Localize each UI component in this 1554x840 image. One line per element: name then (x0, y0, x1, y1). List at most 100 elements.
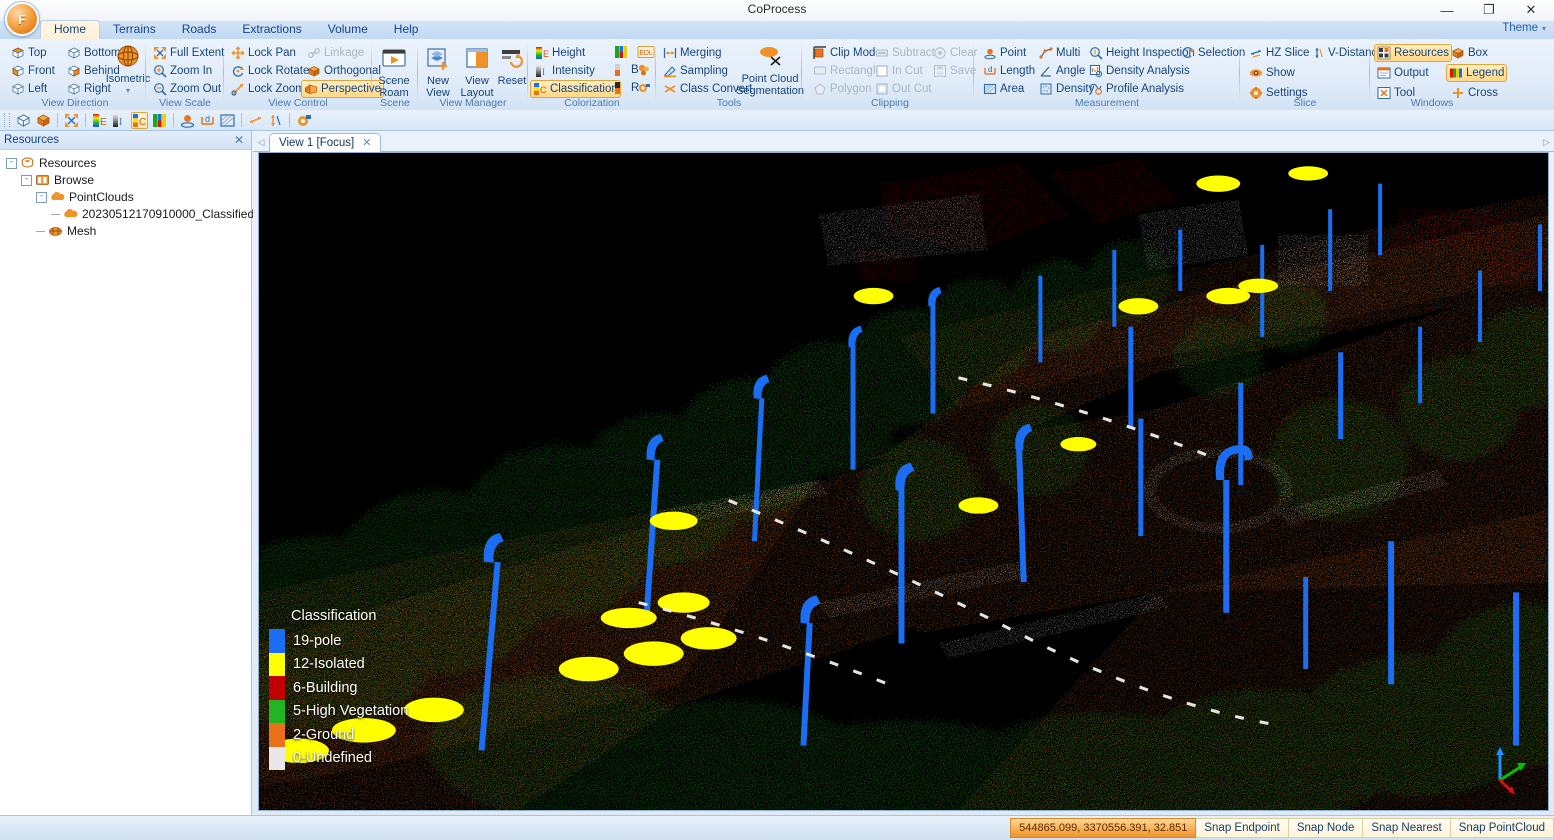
measure-point-button[interactable]: Point (980, 44, 1029, 62)
subtract-button[interactable]: Subtract (872, 44, 938, 62)
scene-roam-button[interactable]: Scene Roam (367, 45, 421, 99)
snap-node-button[interactable]: Snap Node (1289, 818, 1364, 838)
profile-analysis-button[interactable]: Profile Analysis (1086, 80, 1187, 98)
ribbon-group-clipping: Clip Mode Subtract Clear Rectangle (806, 39, 974, 110)
qt-point-measure-icon[interactable] (179, 112, 196, 129)
slice-show-button[interactable]: Show (1246, 64, 1298, 82)
svg-text:EDL: EDL (639, 50, 653, 57)
window-legend-button[interactable]: Legend (1446, 64, 1507, 82)
colorize-intensity-label: Intensity (552, 65, 595, 77)
window-controls: — ❐ ✕ (1426, 0, 1552, 20)
expander-icon[interactable]: - (6, 158, 17, 169)
point-cloud-segmentation-button[interactable]: Point Cloud Segmentation (740, 43, 800, 97)
qt-settings-gear-icon[interactable] (295, 112, 312, 129)
tree-node-resources[interactable]: - Resources (4, 155, 251, 171)
tree-node-pointcloud-item[interactable]: 20230512170910000_Classified (4, 206, 251, 222)
colorize-intensity-button[interactable]: I Intensity (532, 62, 598, 80)
out-cut-button[interactable]: Out Cut (872, 80, 935, 98)
lock-pan-button[interactable]: Lock Pan (228, 44, 299, 62)
full-extent-button[interactable]: Full Extent (150, 44, 227, 62)
lock-zoom-button[interactable]: Lock Zoom (228, 80, 308, 98)
lock-rotate-button[interactable]: Lock Rotate (228, 62, 312, 80)
tree-node-browse[interactable]: - Browse (4, 172, 251, 188)
reset-button[interactable]: Reset (496, 45, 528, 87)
svg-text:d: d (205, 114, 210, 124)
view-front-label: Front (28, 65, 55, 77)
view-front-button[interactable]: Front (8, 62, 66, 80)
qt-length-icon[interactable]: d (199, 112, 216, 129)
colorize-rgb-button[interactable] (611, 43, 635, 61)
measure-area-button[interactable]: Area (980, 80, 1027, 98)
tab-roads[interactable]: Roads (169, 21, 230, 39)
toolbar-grip[interactable] (4, 113, 10, 127)
zoom-out-button[interactable]: Zoom Out (150, 80, 224, 98)
hz-slice-button[interactable]: HZ Slice (1246, 44, 1312, 62)
tab-home[interactable]: Home (40, 20, 100, 40)
close-button[interactable]: ✕ (1510, 0, 1552, 20)
theme-selector[interactable]: Theme▾ (1502, 22, 1546, 34)
in-cut-button[interactable]: In Cut (872, 62, 926, 80)
legend-label: 2-Ground (293, 728, 354, 743)
qt-area-icon[interactable] (219, 112, 236, 129)
legend-swatch (269, 676, 285, 700)
polygon-button[interactable]: Polygon (810, 80, 875, 98)
qt-height-ramp-icon[interactable]: E (91, 112, 108, 129)
linkage-button[interactable]: Linkage (304, 44, 367, 62)
tab-scroll-right-icon[interactable]: ▷ (1543, 137, 1550, 148)
chevron-down-icon[interactable]: ▾ (126, 85, 130, 97)
zoom-in-button[interactable]: Zoom In (150, 62, 215, 80)
legend-swatch (269, 700, 285, 724)
view-layout-button[interactable]: View Layout (456, 45, 498, 99)
expander-icon[interactable]: - (36, 192, 47, 203)
snap-pointcloud-button[interactable]: Snap PointCloud (1451, 818, 1554, 838)
expander-icon[interactable]: - (21, 175, 32, 186)
classification-icon: C (533, 82, 547, 96)
svg-text:E: E (543, 49, 549, 59)
measure-length-button[interactable]: d Length (980, 62, 1038, 80)
selection-button[interactable]: Selection (1178, 44, 1248, 62)
snap-endpoint-button[interactable]: Snap Endpoint (1196, 818, 1288, 838)
tab-scroll-left-icon[interactable]: ◁ (253, 137, 269, 151)
window-box-button[interactable]: Box (1448, 44, 1491, 62)
resources-root-icon (20, 156, 35, 170)
qt-cube-solid-icon[interactable] (35, 112, 52, 129)
maximize-button[interactable]: ❐ (1468, 0, 1510, 20)
qt-v-distance-icon[interactable] (267, 112, 284, 129)
view-top-button[interactable]: Top (8, 44, 66, 62)
close-icon[interactable]: ✕ (362, 136, 371, 149)
tab-help[interactable]: Help (381, 21, 432, 39)
qt-intensity-icon[interactable]: I (111, 112, 128, 129)
merging-button[interactable]: Merging (660, 44, 725, 62)
qt-full-extent-icon[interactable] (63, 112, 80, 129)
class-convert-icon (663, 82, 677, 96)
application-window: CoProcess — ❐ ✕ F Home Terrains Roads Ex… (0, 0, 1554, 840)
colorize-height-button[interactable]: E Height (532, 44, 588, 62)
qt-rgb-color-icon[interactable] (151, 112, 168, 129)
lock-pan-icon (231, 46, 245, 60)
measure-multi-button[interactable]: Multi (1036, 44, 1083, 62)
view-tab-view1[interactable]: View 1 [Focus] ✕ (269, 133, 381, 152)
new-view-button[interactable]: New View (420, 45, 456, 99)
density-analysis-button[interactable]: Density Analysis (1086, 62, 1193, 80)
qt-hz-slice-icon[interactable] (247, 112, 264, 129)
colorize-classification-button[interactable]: C Classification (530, 80, 621, 98)
minimize-button[interactable]: — (1426, 0, 1468, 20)
qt-cube-wire-icon[interactable] (15, 112, 32, 129)
save-button[interactable]: Save (930, 62, 979, 80)
snap-nearest-button[interactable]: Snap Nearest (1363, 818, 1450, 838)
point-cloud-viewport[interactable]: Classification 19-pole 12-Isolated 6-Bui… (258, 152, 1549, 811)
window-output-button[interactable]: Output (1374, 64, 1432, 82)
view-left-button[interactable]: Left (8, 80, 66, 98)
resources-panel: Resources ✕ - Resources - Browse - (0, 131, 252, 816)
tab-volume[interactable]: Volume (315, 21, 381, 39)
tab-terrains[interactable]: Terrains (100, 21, 169, 39)
application-menu-button[interactable]: F (5, 2, 39, 36)
tree-node-pointclouds[interactable]: - PointClouds (4, 189, 251, 205)
close-icon[interactable]: ✕ (231, 133, 247, 147)
window-resources-button[interactable]: Resources (1374, 44, 1452, 62)
tab-extractions[interactable]: Extractions (229, 21, 314, 39)
measure-angle-button[interactable]: Angle (1036, 62, 1088, 80)
sampling-button[interactable]: Sampling (660, 62, 731, 80)
qt-classification-icon[interactable]: C (131, 112, 148, 129)
tree-node-mesh[interactable]: Mesh (4, 223, 251, 239)
